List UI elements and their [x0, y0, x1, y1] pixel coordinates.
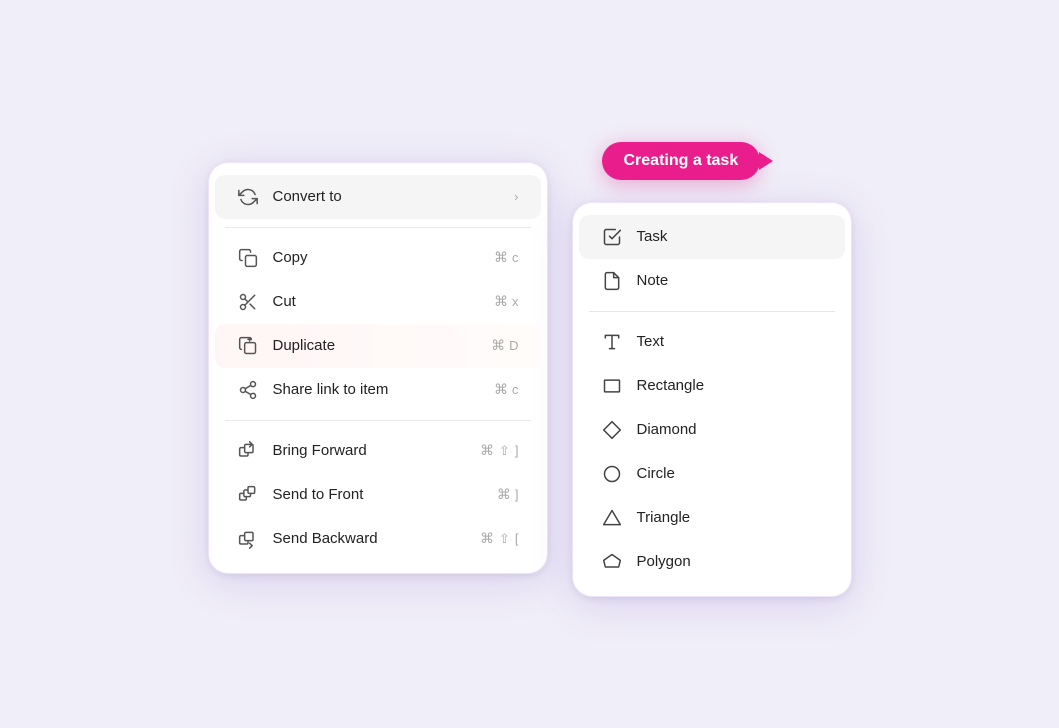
send-front-icon — [237, 484, 259, 506]
task-icon — [601, 226, 623, 248]
diamond-label: Diamond — [637, 421, 697, 438]
copy-label: Copy — [273, 249, 481, 266]
circle-icon — [601, 463, 623, 485]
rectangle-label: Rectangle — [637, 377, 705, 394]
convert-item-circle[interactable]: Circle — [579, 452, 845, 496]
menu-item-duplicate[interactable]: Duplicate ⌘ D — [215, 324, 541, 368]
menu-item-convert-to[interactable]: Convert to › — [215, 175, 541, 219]
rectangle-icon — [601, 375, 623, 397]
polygon-icon — [601, 551, 623, 573]
text-label: Text — [637, 333, 665, 350]
send-front-label: Send to Front — [273, 486, 483, 503]
convert-item-task[interactable]: Task — [579, 215, 845, 259]
convert-icon — [237, 186, 259, 208]
note-label: Note — [637, 272, 669, 289]
menu-item-bring-forward[interactable]: Bring Forward ⌘ ⇧ ] — [215, 429, 541, 473]
convert-item-polygon[interactable]: Polygon — [579, 540, 845, 584]
triangle-label: Triangle — [637, 509, 691, 526]
convert-panel: Task Note — [572, 202, 852, 597]
share-icon — [237, 379, 259, 401]
circle-label: Circle — [637, 465, 675, 482]
menu-item-copy[interactable]: Copy ⌘ c — [215, 236, 541, 280]
send-backward-icon — [237, 528, 259, 550]
cut-shortcut: ⌘ x — [494, 293, 519, 310]
duplicate-icon — [237, 335, 259, 357]
scene: Convert to › Copy ⌘ c — [208, 162, 852, 597]
context-menu: Convert to › Copy ⌘ c — [208, 162, 548, 574]
menu-item-send-backward[interactable]: Send Backward ⌘ ⇧ [ — [215, 517, 541, 561]
bring-forward-shortcut: ⌘ ⇧ ] — [480, 442, 519, 459]
convert-item-rectangle[interactable]: Rectangle — [579, 364, 845, 408]
share-label: Share link to item — [273, 381, 481, 398]
convert-submenu-wrapper: Creating a task Task — [572, 162, 852, 597]
share-shortcut: ⌘ c — [494, 381, 519, 398]
menu-item-share[interactable]: Share link to item ⌘ c — [215, 368, 541, 412]
divider-convert — [589, 311, 835, 312]
copy-icon — [237, 247, 259, 269]
triangle-icon — [601, 507, 623, 529]
convert-item-triangle[interactable]: Triangle — [579, 496, 845, 540]
duplicate-shortcut: ⌘ D — [491, 337, 518, 354]
divider-1 — [225, 227, 531, 228]
arrow-icon: › — [514, 189, 518, 204]
divider-2 — [225, 420, 531, 421]
text-icon — [601, 331, 623, 353]
send-backward-label: Send Backward — [273, 530, 466, 547]
convert-item-text[interactable]: Text — [579, 320, 845, 364]
diamond-icon — [601, 419, 623, 441]
polygon-label: Polygon — [637, 553, 691, 570]
cut-icon — [237, 291, 259, 313]
bring-forward-label: Bring Forward — [273, 442, 466, 459]
menu-item-send-front[interactable]: Send to Front ⌘ ] — [215, 473, 541, 517]
copy-shortcut: ⌘ c — [494, 249, 519, 266]
convert-item-diamond[interactable]: Diamond — [579, 408, 845, 452]
cut-label: Cut — [273, 293, 481, 310]
menu-item-cut[interactable]: Cut ⌘ x — [215, 280, 541, 324]
send-backward-shortcut: ⌘ ⇧ [ — [480, 530, 519, 547]
convert-item-note[interactable]: Note — [579, 259, 845, 303]
note-icon — [601, 270, 623, 292]
tooltip-text: Creating a task — [624, 152, 739, 169]
bring-forward-icon — [237, 440, 259, 462]
task-label: Task — [637, 228, 668, 245]
send-front-shortcut: ⌘ ] — [497, 486, 519, 503]
convert-to-label: Convert to — [273, 188, 501, 205]
duplicate-label: Duplicate — [273, 337, 478, 354]
tooltip: Creating a task — [602, 142, 761, 180]
